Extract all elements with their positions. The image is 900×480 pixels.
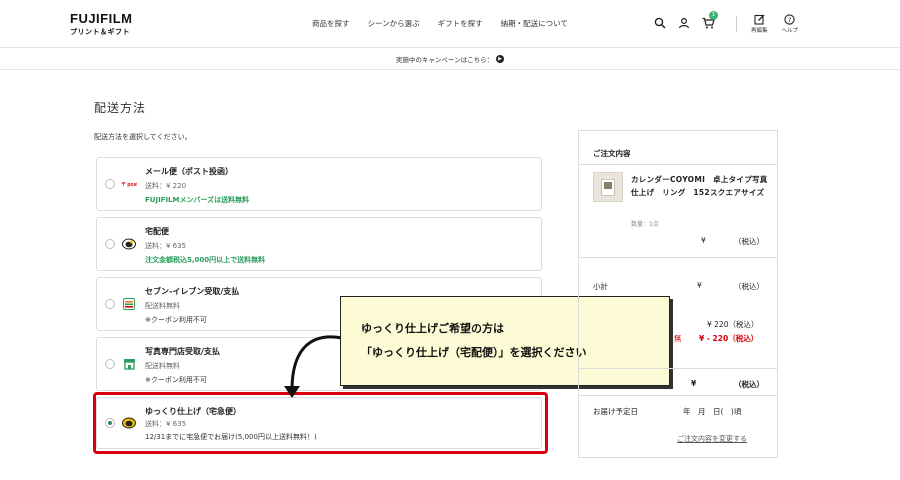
option-name: メール便（ポスト投函） bbox=[145, 167, 233, 176]
subtotal-value: ¥ bbox=[697, 281, 702, 290]
arrow-right-icon: ▶ bbox=[496, 54, 505, 63]
header-divider bbox=[736, 16, 737, 32]
logo-main-text: FUJIFILM bbox=[70, 11, 133, 26]
option-note: ※クーポン利用不可 bbox=[145, 376, 207, 384]
divider bbox=[579, 368, 777, 369]
reorder-label: 再編集 bbox=[751, 28, 768, 34]
nav-item-products[interactable]: 商品を探す bbox=[312, 18, 350, 29]
option-fee: 送料：¥ 635 bbox=[145, 242, 187, 250]
divider bbox=[579, 164, 777, 165]
summary-title: ご注文内容 bbox=[593, 149, 631, 158]
option-name: 写真専門店受取/支払 bbox=[145, 347, 220, 356]
shop-icon bbox=[121, 358, 137, 370]
option-fee: 配送料無料 bbox=[145, 302, 180, 310]
change-order-link[interactable]: ご注文内容を変更する bbox=[677, 434, 747, 444]
option-name: セブン-イレブン受取/支払 bbox=[145, 287, 240, 296]
product-thumbnail bbox=[593, 172, 623, 202]
help-icon: ? bbox=[784, 14, 795, 25]
subtotal-tax-label: （税込） bbox=[734, 282, 764, 291]
svg-text:?: ? bbox=[788, 16, 791, 24]
shipping-option-mail[interactable]: 〒 post メール便（ポスト投函） 送料：¥ 220 FUJIFILMメンバー… bbox=[96, 157, 542, 211]
option-fee: 配送料無料 bbox=[145, 362, 180, 370]
product-quantity: 数量：1点 bbox=[631, 221, 659, 228]
help-button[interactable]: ? ヘルプ bbox=[781, 14, 799, 34]
edit-icon bbox=[754, 14, 765, 25]
item-tax-label: （税込） bbox=[734, 237, 764, 246]
discount-value: ¥ - 220（税込） bbox=[699, 334, 759, 343]
radio-takuhaibin[interactable] bbox=[105, 239, 115, 249]
help-label: ヘルプ bbox=[781, 28, 799, 34]
divider bbox=[579, 395, 777, 396]
delivery-date-value: 年 月 日( )頃 bbox=[683, 407, 742, 416]
order-summary: ご注文内容 カレンダーCOYOMI 卓上タイプ写真仕上げ リング 152スクエア… bbox=[578, 130, 778, 458]
nav-item-scenes[interactable]: シーンから選ぶ bbox=[368, 18, 420, 29]
shipping-fee-value: ¥ 220（税込） bbox=[707, 320, 759, 329]
japan-post-icon: 〒 post bbox=[121, 178, 137, 190]
site-header: FUJIFILM プリント＆ギフト 商品を探す シーンから選ぶ ギフトを探す 納… bbox=[0, 0, 900, 48]
total-value: ¥ bbox=[691, 379, 697, 388]
divider bbox=[579, 257, 777, 258]
shipping-instruction: 配送方法を選択してください。 bbox=[94, 133, 192, 141]
nav-item-gifts[interactable]: ギフトを探す bbox=[438, 18, 483, 29]
fujifilm-logo[interactable]: FUJIFILM プリント＆ギフト bbox=[70, 12, 133, 37]
radio-seven-eleven[interactable] bbox=[105, 299, 115, 309]
campaign-text: 実施中のキャンペーンはこちら： bbox=[395, 55, 494, 64]
account-icon[interactable] bbox=[676, 14, 692, 32]
search-icon[interactable] bbox=[652, 14, 668, 32]
item-price: ¥ bbox=[701, 236, 706, 245]
subtotal-label: 小計 bbox=[593, 282, 608, 291]
total-tax-label: （税込） bbox=[734, 380, 764, 389]
nav-item-delivery-info[interactable]: 納期・配送について bbox=[501, 18, 568, 29]
option-note: 注文金額税込5,000円以上で送料無料 bbox=[145, 256, 266, 264]
seven-eleven-icon bbox=[121, 298, 137, 310]
yamato-cat-icon bbox=[121, 238, 137, 250]
option-name: 宅配便 bbox=[145, 227, 169, 236]
free-shipping-label: 無 bbox=[674, 334, 682, 343]
delivery-date-label: お届け予定日 bbox=[593, 407, 638, 416]
page-title: 配送方法 bbox=[94, 101, 147, 115]
radio-mail[interactable] bbox=[105, 179, 115, 189]
shipping-option-takuhaibin[interactable]: 宅配便 送料：¥ 635 注文金額税込5,000円以上で送料無料 bbox=[96, 217, 542, 271]
option-fee: 送料：¥ 220 bbox=[145, 182, 187, 190]
svg-text:〒 post: 〒 post bbox=[121, 182, 137, 188]
reorder-button[interactable]: 再編集 bbox=[751, 14, 768, 34]
logo-sub-text: プリント＆ギフト bbox=[70, 28, 130, 36]
option-note: ※クーポン利用不可 bbox=[145, 316, 207, 324]
cart-count-badge: 1 bbox=[709, 11, 718, 20]
header-icons: 1 再編集 ? ヘルプ bbox=[652, 11, 812, 36]
cart-icon[interactable]: 1 bbox=[700, 11, 718, 32]
main-nav: 商品を探す シーンから選ぶ ギフトを探す 納期・配送について bbox=[312, 18, 586, 29]
radio-photo-shop[interactable] bbox=[105, 359, 115, 369]
product-name: カレンダーCOYOMI 卓上タイプ写真仕上げ リング 152スクエアサイズ bbox=[631, 175, 768, 197]
campaign-bar[interactable]: 実施中のキャンペーンはこちら： ▶ bbox=[0, 48, 900, 70]
option-note: FUJIFILMメンバーズは送料無料 bbox=[145, 196, 250, 204]
curved-arrow-icon bbox=[284, 335, 343, 398]
